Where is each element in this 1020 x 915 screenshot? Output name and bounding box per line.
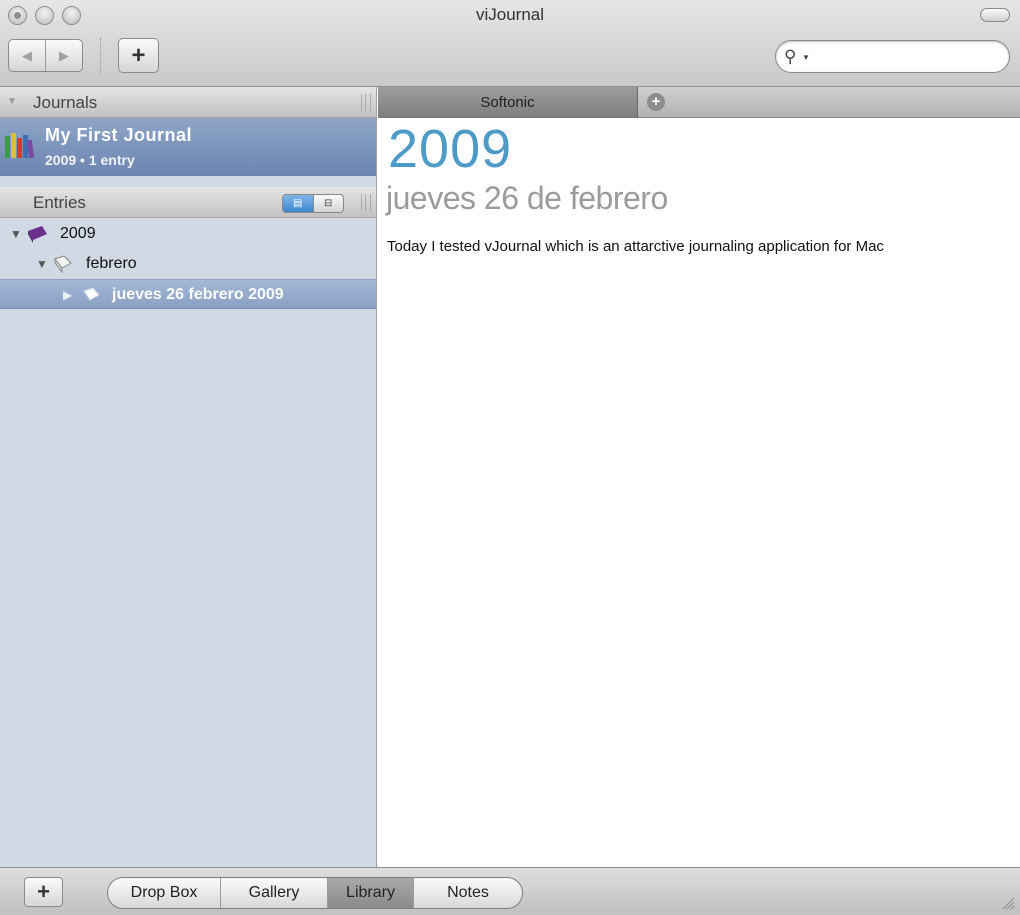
sidebar: ▼ Journals My First Journal 2009 • 1 ent… xyxy=(0,87,377,867)
tree-item-entry[interactable]: ▶ jueves 26 febrero 2009 xyxy=(0,279,376,309)
search-icon: ⚲ xyxy=(784,47,797,66)
plus-icon: + xyxy=(37,879,50,904)
entries-section-header: Entries ▤ ⊟ xyxy=(0,187,376,218)
entry-body-text[interactable]: Today I tested vJournal which is an atta… xyxy=(387,238,884,255)
window-title: viJournal xyxy=(475,5,545,24)
back-forward-control: ◀ ▶ xyxy=(8,39,83,72)
window-toolbar: viJournal ◀ ▶ + ⚲ ▼ xyxy=(0,0,1020,87)
bottom-bar: + Drop Box Gallery Library Notes xyxy=(0,867,1020,915)
page-icon xyxy=(83,287,100,301)
splitter-grip-icon[interactable] xyxy=(361,94,371,111)
journal-item-my-first-journal[interactable]: My First Journal 2009 • 1 entry xyxy=(0,118,376,176)
forward-button[interactable]: ▶ xyxy=(45,40,82,71)
view-switcher: Drop Box Gallery Library Notes xyxy=(107,877,523,909)
disclosure-triangle-icon[interactable]: ▶ xyxy=(63,288,72,302)
tab-drop-box[interactable]: Drop Box xyxy=(108,878,220,908)
tree-item-year[interactable]: ▼ 2009 xyxy=(0,219,376,249)
back-button[interactable]: ◀ xyxy=(9,40,45,71)
search-field[interactable]: ⚲ ▼ xyxy=(775,40,1010,73)
list-view-button[interactable]: ⊟ xyxy=(312,195,344,212)
journals-section-header[interactable]: ▼ Journals xyxy=(0,87,376,118)
disclosure-triangle-icon[interactable]: ▼ xyxy=(7,96,17,107)
entry-editor[interactable]: 2009 jueves 26 de febrero Today I tested… xyxy=(378,118,1020,867)
add-journal-button[interactable]: + xyxy=(24,877,63,907)
tab-label: Softonic xyxy=(480,94,535,111)
entry-date: jueves 26 de febrero xyxy=(386,180,668,216)
entries-view-toggle: ▤ ⊟ xyxy=(282,194,344,213)
forward-arrow-icon: ▶ xyxy=(59,47,69,63)
tab-notes[interactable]: Notes xyxy=(413,878,522,908)
resize-grip-icon[interactable] xyxy=(1001,896,1015,910)
journal-name: My First Journal xyxy=(45,125,193,145)
tab-library[interactable]: Library xyxy=(327,878,413,908)
plus-icon: + xyxy=(131,41,146,69)
tree-view-button[interactable]: ▤ xyxy=(283,195,313,212)
toolbar-separator xyxy=(100,38,101,76)
journal-book-icon xyxy=(28,226,47,243)
bookshelf-icon xyxy=(5,133,34,159)
open-folder-icon xyxy=(54,255,72,274)
tab-gallery[interactable]: Gallery xyxy=(220,878,327,908)
splitter-grip-icon[interactable] xyxy=(361,194,371,211)
tree-item-label: 2009 xyxy=(60,225,96,242)
disclosure-triangle-icon[interactable]: ▼ xyxy=(36,257,48,271)
new-entry-button[interactable]: + xyxy=(118,38,159,73)
journals-header-label: Journals xyxy=(33,93,98,112)
add-tab-icon[interactable]: + xyxy=(647,93,665,111)
tree-item-label: febrero xyxy=(86,255,137,272)
toolbar-toggle-button[interactable] xyxy=(980,8,1010,22)
entry-year: 2009 xyxy=(388,119,513,179)
journal-subtitle: 2009 • 1 entry xyxy=(45,152,135,168)
back-arrow-icon: ◀ xyxy=(22,47,32,63)
search-options-chevron-icon[interactable]: ▼ xyxy=(802,53,810,62)
entries-header-label: Entries xyxy=(33,193,86,212)
tab-bar: Softonic + xyxy=(378,87,1020,118)
disclosure-triangle-icon[interactable]: ▼ xyxy=(10,227,22,241)
tab-softonic[interactable]: Softonic xyxy=(378,87,638,118)
search-input[interactable] xyxy=(816,47,996,67)
tree-item-label: jueves 26 febrero 2009 xyxy=(112,286,284,303)
tree-item-month[interactable]: ▼ febrero xyxy=(0,249,376,279)
